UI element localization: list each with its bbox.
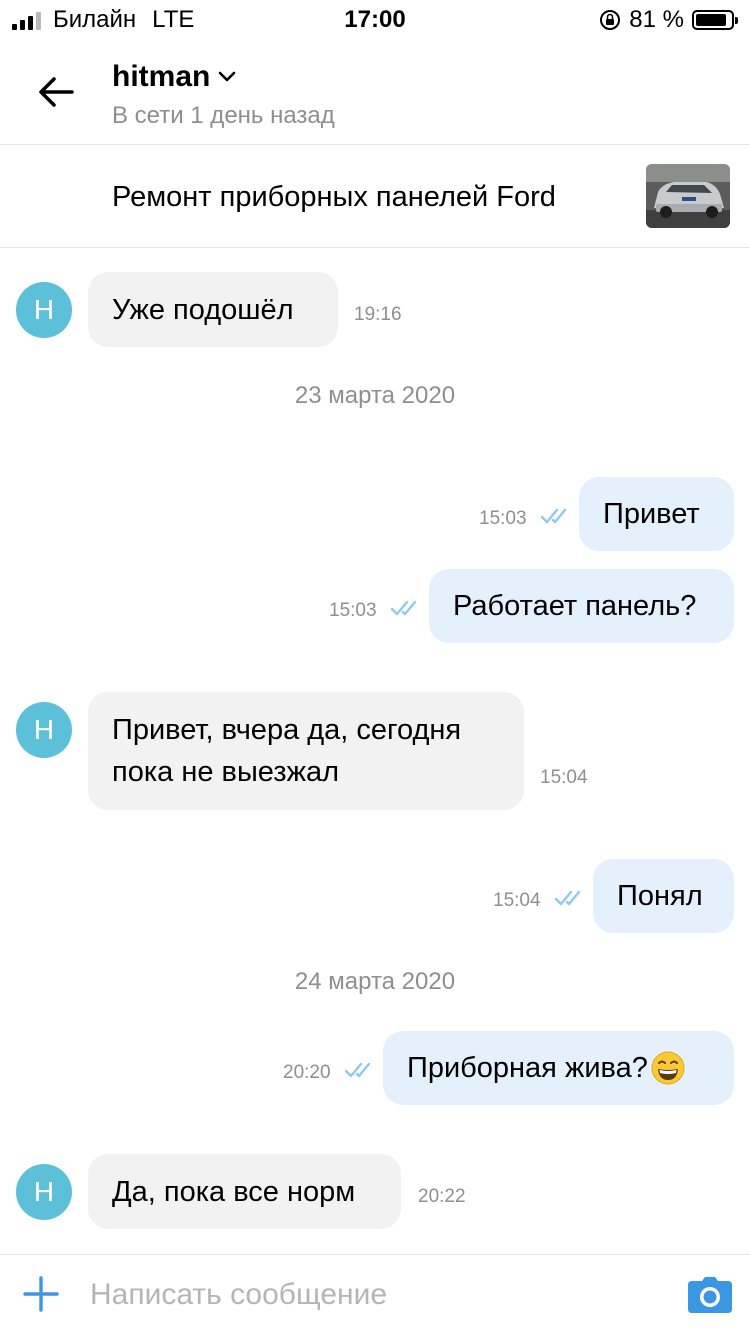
outgoing-message[interactable]: Понял	[593, 859, 734, 933]
avatar-letter: H	[33, 714, 55, 745]
car-thumbnail	[646, 164, 730, 228]
chevron-down-icon	[219, 71, 236, 82]
avatar[interactable]: H	[16, 282, 72, 338]
outgoing-message[interactable]: Привет	[579, 477, 734, 551]
status-right: 81 %	[599, 6, 738, 34]
battery-icon	[692, 10, 738, 30]
message-time: 20:22	[418, 1186, 466, 1207]
message-time: 19:16	[354, 304, 402, 325]
message-time: 15:04	[540, 767, 588, 788]
incoming-message[interactable]: Уже подошёл	[88, 272, 338, 347]
chat-header: hitman В сети 1 день назад	[0, 40, 750, 145]
read-ticks-icon	[390, 600, 417, 616]
outgoing-message[interactable]: Приборная жива?	[383, 1031, 734, 1105]
message-text-line: Привет, вчера да, сегодня	[112, 714, 462, 746]
outgoing-message[interactable]: Работает панель?	[429, 569, 734, 643]
read-ticks-icon	[554, 890, 581, 906]
message-text: Уже подошёл	[112, 293, 294, 326]
read-ticks-icon	[344, 1062, 371, 1078]
arrow-left-icon[interactable]	[34, 70, 78, 114]
orientation-lock-icon	[600, 10, 621, 30]
avatar-letter: H	[33, 1176, 55, 1207]
contact-name[interactable]: hitman	[112, 60, 236, 94]
incoming-message[interactable]: Да, пока все норм	[88, 1154, 401, 1229]
date-separator: 24 марта 2020	[294, 968, 456, 995]
message-time: 20:20	[283, 1062, 331, 1083]
plus-icon[interactable]	[22, 1275, 60, 1313]
listing-banner[interactable]: Ремонт приборных панелей Ford	[0, 145, 750, 248]
contact-status: В сети 1 день назад	[112, 102, 335, 129]
contact-name-label: hitman	[112, 60, 211, 93]
avatar-letter: H	[33, 294, 55, 325]
message-text: Работает панель?	[453, 590, 697, 622]
avatar[interactable]: H	[16, 702, 72, 758]
incoming-message[interactable]: Привет, вчера да, сегодня пока не выезжа…	[88, 692, 524, 810]
listing-title: Ремонт приборных панелей Ford	[112, 181, 556, 213]
message-text: Приборная жива?	[407, 1052, 648, 1084]
grinning-face-icon	[651, 1051, 685, 1085]
read-ticks-icon	[540, 508, 567, 524]
message-time: 15:03	[329, 600, 377, 621]
message-text: Понял	[617, 880, 703, 912]
camera-icon[interactable]	[688, 1277, 732, 1313]
message-text: Да, пока все норм	[112, 1175, 356, 1208]
message-time: 15:03	[479, 508, 527, 529]
message-input[interactable]	[90, 1273, 650, 1317]
date-separator: 23 марта 2020	[294, 382, 456, 409]
message-time: 15:04	[493, 890, 541, 911]
message-composer	[0, 1254, 750, 1335]
battery-percent: 81 %	[629, 6, 684, 33]
avatar[interactable]: H	[16, 1164, 72, 1220]
status-bar: Билайн LTE 17:00 81 %	[0, 0, 750, 40]
message-text-line: пока не выезжал	[112, 756, 340, 788]
message-text: Привет	[603, 498, 700, 530]
